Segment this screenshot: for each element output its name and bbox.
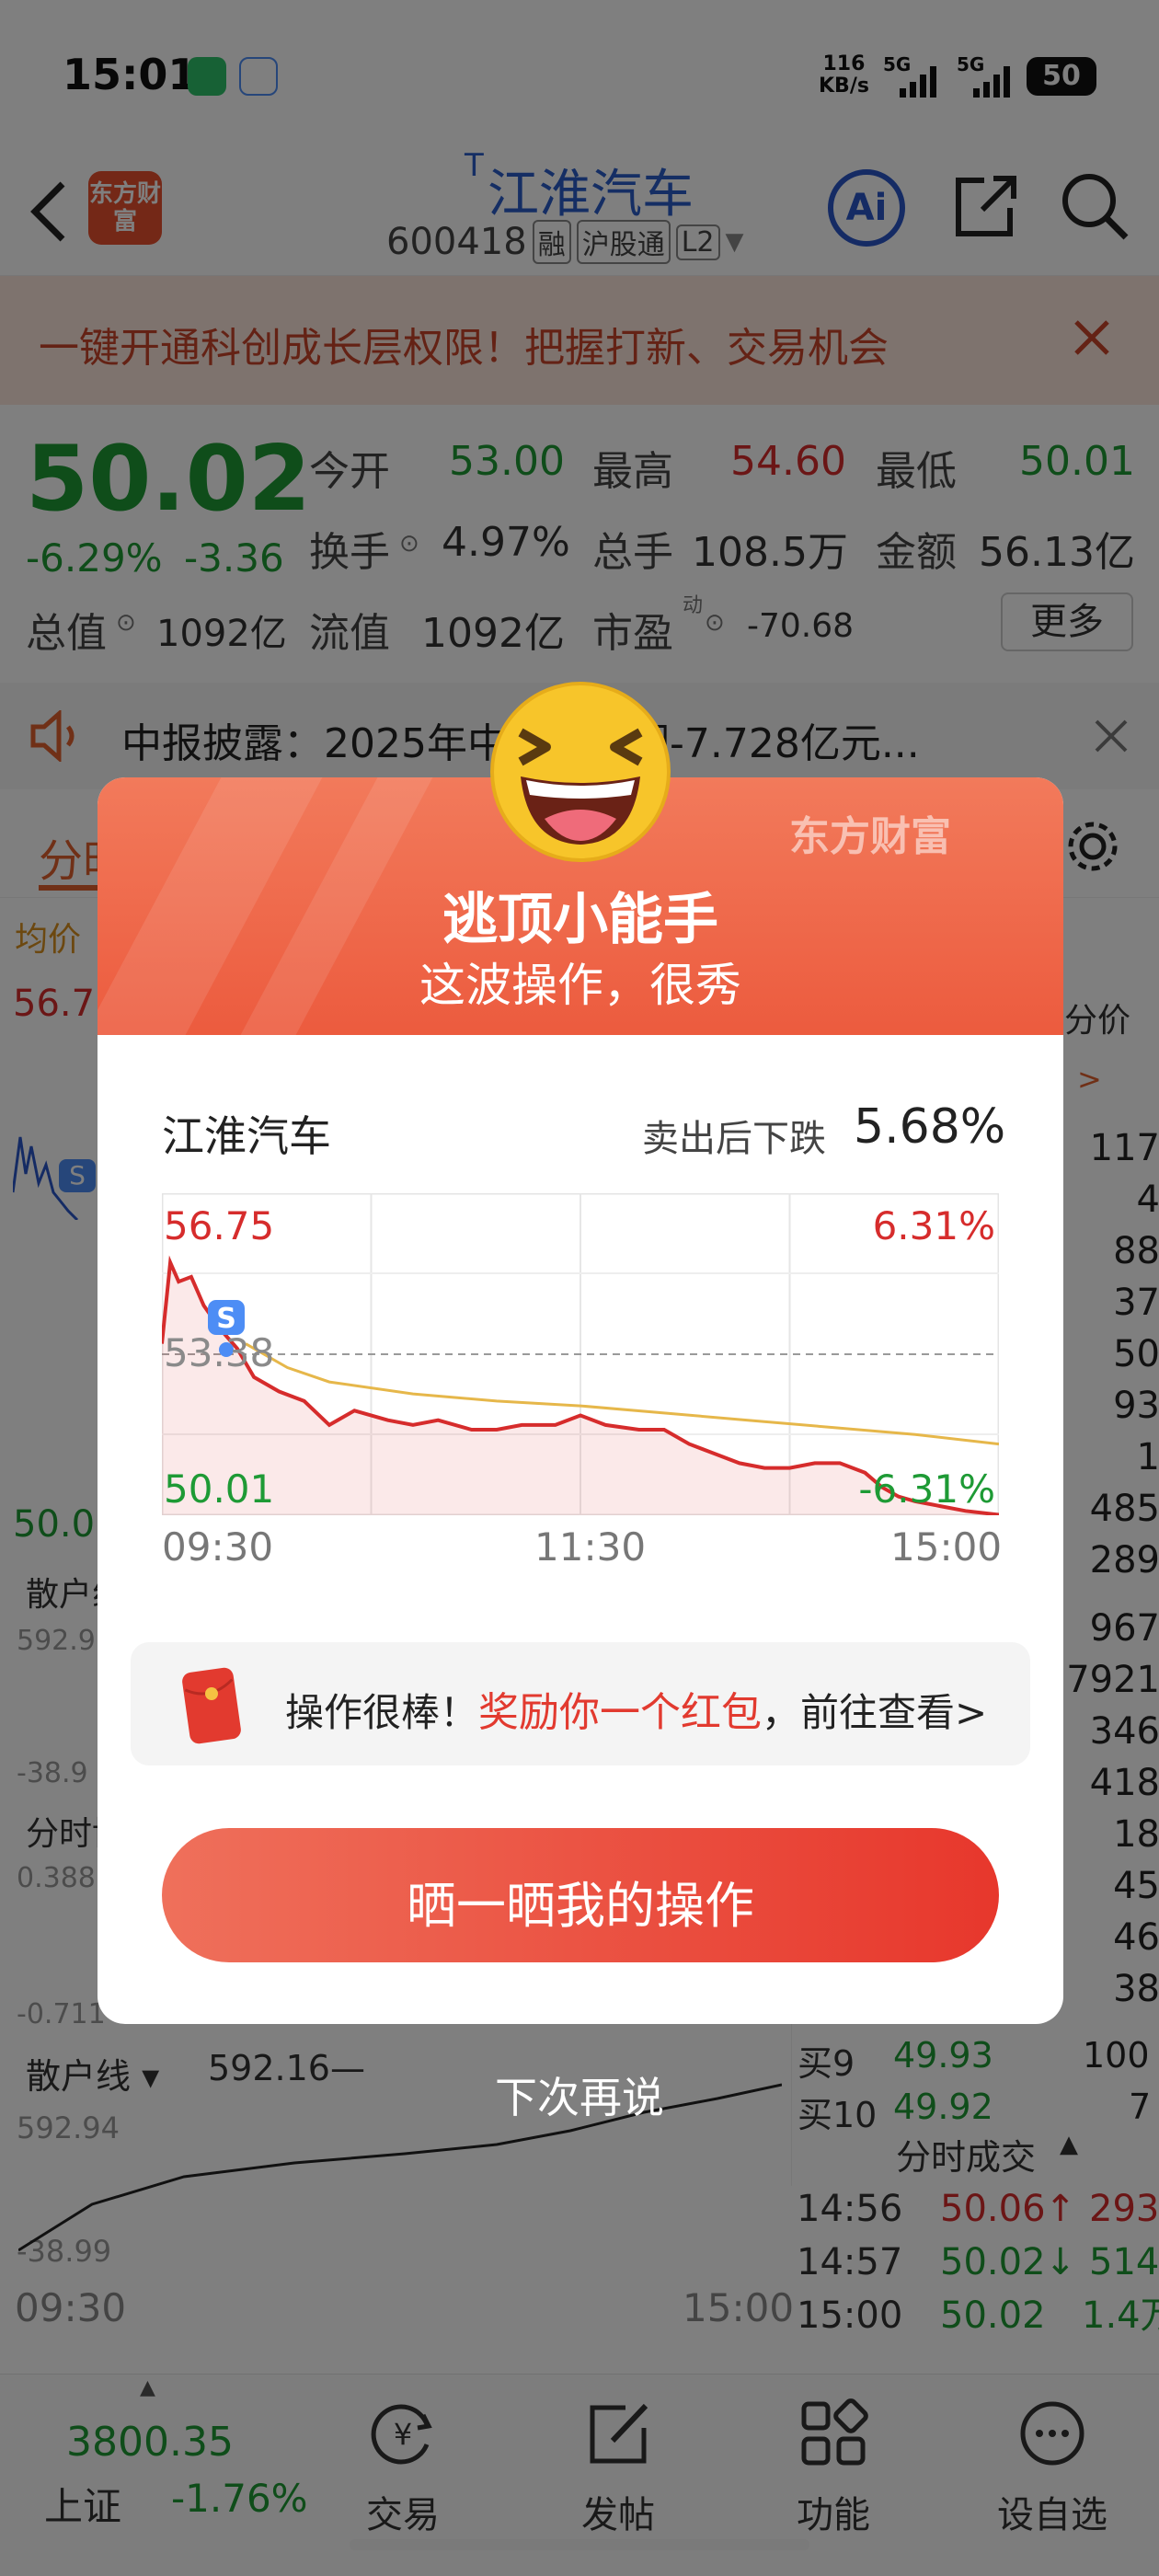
drop-after-sell-label: 卖出后下跌: [642, 1118, 826, 1160]
share-operation-button[interactable]: 晒一晒我的操作: [162, 1828, 999, 1962]
reward-text: 操作很棒！奖励你一个红包，前往查看>: [285, 1679, 987, 1738]
dismiss-button[interactable]: 下次再说: [0, 2064, 1159, 2125]
share-operation-label: 晒一晒我的操作: [407, 1877, 754, 1935]
x-axis-start: 09:30: [162, 1524, 274, 1570]
achievement-modal: 东方财富 逃顶小能手 这波操作，很秀 江淮汽车 卖出后下跌 5.68% S 56…: [98, 777, 1063, 2024]
modal-subtitle: 这波操作，很秀: [419, 959, 741, 1012]
chart-label-bottom-left: 50.01: [164, 1466, 274, 1512]
drop-after-sell-value: 5.68%: [854, 1099, 1006, 1155]
chart-label-bottom-right: -6.31%: [858, 1466, 995, 1512]
reward-highlight: 奖励你一个红包: [478, 1689, 763, 1736]
modal-title: 逃顶小能手: [442, 888, 718, 952]
reward-prefix: 操作很棒！: [285, 1690, 479, 1735]
x-axis-mid: 11:30: [534, 1524, 647, 1570]
laughing-face-icon: [489, 681, 671, 863]
intraday-chart: S 56.75 6.31% 53.38 50.01 -6.31%: [162, 1193, 999, 1515]
reward-card[interactable]: 操作很棒！奖励你一个红包，前往查看>: [131, 1642, 1030, 1765]
red-envelope-icon: [182, 1664, 243, 1745]
reward-link[interactable]: ，前往查看>: [762, 1690, 987, 1735]
modal-stock-name: 江淮汽车: [162, 1111, 331, 1161]
chart-label-mid-left: 53.38: [164, 1330, 274, 1375]
home-indicator[interactable]: [350, 2539, 809, 2550]
x-axis-end: 15:00: [890, 1524, 1003, 1570]
chart-label-top-right: 6.31%: [873, 1203, 995, 1248]
chart-label-top-left: 56.75: [164, 1203, 274, 1248]
brand-watermark: 东方财富: [789, 813, 951, 860]
